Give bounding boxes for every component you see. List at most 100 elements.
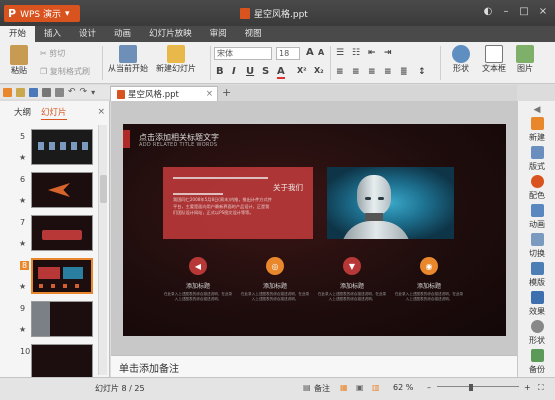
menu-animation[interactable]: 动画 xyxy=(105,26,140,42)
normal-view-icon[interactable]: ▦ xyxy=(340,383,348,392)
font-color-icon[interactable]: A xyxy=(277,66,285,79)
task-shape[interactable]: 形状 xyxy=(518,320,555,346)
align-left-icon[interactable]: ≡ xyxy=(336,67,344,77)
picture-icon xyxy=(516,45,534,63)
slide-thumbnail[interactable]: 6 ★ xyxy=(0,172,97,212)
feature-item[interactable]: ◎ 添加标题 在此录入上述图表的综合描述说明，在此录入上述图表的综合描述说明。 xyxy=(240,257,310,302)
menu-bar: 开始 插入 设计 动画 幻灯片放映 审阅 视图 xyxy=(0,26,555,42)
scrollbar-thumb[interactable] xyxy=(100,175,107,203)
slide-panel-scrollbar[interactable] xyxy=(98,125,107,375)
window-title-text: 星空风格.ppt xyxy=(254,10,308,20)
copy-button[interactable]: ❐ 复制 xyxy=(40,66,66,77)
document-tab[interactable]: 星空风格.ppt × xyxy=(110,86,218,101)
tab-slides[interactable]: 幻灯片 xyxy=(41,106,67,120)
preview-icon[interactable] xyxy=(55,87,64,97)
bold-icon[interactable]: B xyxy=(216,66,224,77)
subscript-icon[interactable]: X₂ xyxy=(314,66,324,75)
close-panel-icon[interactable]: × xyxy=(97,107,105,117)
minimize-icon[interactable]: – xyxy=(500,6,512,18)
task-color[interactable]: 配色 xyxy=(518,175,555,201)
zoom-out-icon[interactable]: – xyxy=(427,383,431,392)
feature-item[interactable]: ◀ 添加标题 在此录入上述图表的综合描述说明，在此录入上述图表的综合描述说明。 xyxy=(163,257,233,302)
justify-icon[interactable]: ≡ xyxy=(384,67,392,77)
decrease-indent-icon[interactable]: ⇤ xyxy=(368,48,376,58)
bullet-list-icon[interactable]: ☰ xyxy=(336,48,344,58)
new-tab-button[interactable]: + xyxy=(222,86,231,99)
shape-button[interactable]: 形状 xyxy=(452,45,470,74)
task-backup[interactable]: 备份 xyxy=(518,349,555,375)
slide-preview xyxy=(31,172,93,208)
maximize-icon[interactable]: □ xyxy=(518,6,530,18)
menu-slideshow[interactable]: 幻灯片放映 xyxy=(140,26,201,42)
zoom-in-icon[interactable]: + xyxy=(524,383,531,392)
print-icon[interactable] xyxy=(42,87,51,97)
slide-thumbnail[interactable]: 7 ★ xyxy=(0,215,97,255)
font-name-select[interactable]: 宋体 xyxy=(214,47,272,60)
slide-thumbnail[interactable]: 5 ★ xyxy=(0,129,97,169)
about-textbox[interactable]: 关于我们 我国同仁2008年5月8日(周末)内推，推出计件方式并平台，主要是面向… xyxy=(163,167,313,239)
slide-thumbnail[interactable]: 9 ★ xyxy=(0,301,97,341)
align-right-icon[interactable]: ≡ xyxy=(368,67,376,77)
grow-font-icon[interactable]: A xyxy=(306,47,314,58)
fit-window-icon[interactable]: ⛶ xyxy=(538,383,544,393)
paste-button[interactable]: 粘贴 xyxy=(10,45,28,76)
chevron-down-icon[interactable]: ▾ xyxy=(91,88,95,97)
from-current-button[interactable]: 从当前开始 xyxy=(108,45,148,74)
close-tab-icon[interactable]: × xyxy=(206,89,213,99)
distribute-icon[interactable]: ≣ xyxy=(400,67,408,77)
wps-logo-icon: P xyxy=(8,7,17,20)
cut-button[interactable]: ✂ 剪切 xyxy=(40,48,65,59)
format-painter-button[interactable]: 格式刷 xyxy=(66,66,90,77)
menu-review[interactable]: 审阅 xyxy=(201,26,236,42)
increase-indent-icon[interactable]: ⇥ xyxy=(384,48,392,58)
task-template[interactable]: 模版 xyxy=(518,262,555,288)
skin-icon[interactable]: ◐ xyxy=(482,6,494,18)
save-icon[interactable] xyxy=(29,87,38,97)
menu-insert[interactable]: 插入 xyxy=(35,26,70,42)
new-doc-icon[interactable] xyxy=(3,87,12,97)
italic-icon[interactable]: I xyxy=(232,66,236,77)
menu-view[interactable]: 视图 xyxy=(236,26,271,42)
open-icon[interactable] xyxy=(16,87,25,97)
notes-pane[interactable]: 单击添加备注 xyxy=(111,355,517,377)
picture-button[interactable]: 图片 xyxy=(516,45,534,74)
task-effect[interactable]: 效果 xyxy=(518,291,555,317)
font-size-select[interactable]: 18 xyxy=(276,47,300,60)
notes-toggle-label[interactable]: 备注 xyxy=(314,383,330,394)
line-spacing-icon[interactable]: ↕ xyxy=(418,67,426,77)
numbered-list-icon[interactable]: ☷ xyxy=(352,48,360,58)
current-slide[interactable]: 点击添加相关标题文字 ADD RELATED TITLE WORDS 关于我们 … xyxy=(123,124,506,336)
feature-item[interactable]: ◉ 添加标题 在此录入上述图表的综合描述说明，在此录入上述图表的综合描述说明。 xyxy=(394,257,464,302)
menu-home[interactable]: 开始 xyxy=(0,26,36,42)
task-animation[interactable]: 动画 xyxy=(518,204,555,230)
slide-thumbnail-selected[interactable]: 8 ★ xyxy=(0,258,97,298)
underline-icon[interactable]: U xyxy=(246,66,254,77)
new-slide-button[interactable]: 新建幻灯片 xyxy=(156,45,196,74)
wps-menu-button[interactable]: P WPS 演示 ▾ xyxy=(4,5,80,22)
tab-outline[interactable]: 大纲 xyxy=(14,106,31,120)
slide-subtitle[interactable]: ADD RELATED TITLE WORDS xyxy=(139,142,217,148)
close-icon[interactable]: × xyxy=(537,6,549,18)
zoom-knob[interactable] xyxy=(469,384,473,391)
task-transition[interactable]: 切换 xyxy=(518,233,555,259)
shadow-icon[interactable]: S xyxy=(262,66,269,77)
menu-design[interactable]: 设计 xyxy=(70,26,105,42)
redo-icon[interactable]: ↷ xyxy=(80,87,88,97)
undo-icon[interactable]: ↶ xyxy=(68,87,76,97)
superscript-icon[interactable]: X² xyxy=(297,66,307,75)
reading-view-icon[interactable]: ▥ xyxy=(372,383,380,392)
textbox-button[interactable]: 文本框 xyxy=(482,45,506,74)
align-center-icon[interactable]: ≡ xyxy=(352,67,360,77)
task-new[interactable]: 新建 xyxy=(518,117,555,143)
expand-icon[interactable]: ◀ xyxy=(530,105,544,117)
shrink-font-icon[interactable]: A xyxy=(318,48,324,57)
notes-toggle-icon[interactable]: ▤ xyxy=(303,383,311,392)
robot-image[interactable] xyxy=(327,167,454,239)
task-layout[interactable]: 版式 xyxy=(518,146,555,172)
sorter-view-icon[interactable]: ▣ xyxy=(356,383,364,392)
slide-thumbnail[interactable]: 10 xyxy=(0,344,97,377)
shape-label: 形状 xyxy=(453,64,469,73)
feature-item[interactable]: ▼ 添加标题 在此录入上述图表的综合描述说明，在此录入上述图表的综合描述说明。 xyxy=(317,257,387,302)
zoom-level[interactable]: 62 % xyxy=(393,383,413,392)
zoom-slider[interactable] xyxy=(437,384,519,391)
